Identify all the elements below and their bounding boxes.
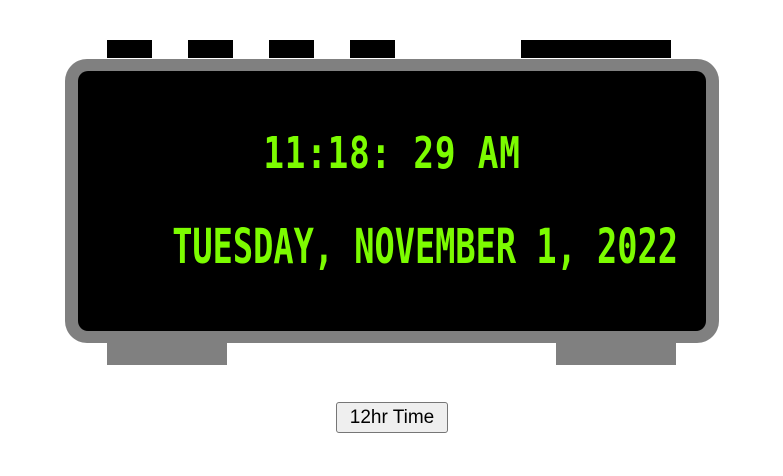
alarm-clock-page: 11:18: 29 AM TUESDAY, NOVEMBER 1, 2022 1… [0,0,783,476]
time-format-toggle-button[interactable]: 12hr Time [336,402,448,433]
clock-top-button-4 [350,40,395,58]
clock-top-button-2 [188,40,233,58]
clock-display: 11:18: 29 AM TUESDAY, NOVEMBER 1, 2022 [78,71,706,331]
time-readout: 11:18: 29 AM [263,128,521,179]
clock-foot-left [107,343,227,365]
clock-foot-right [556,343,676,365]
clock-top-button-3 [269,40,314,58]
clock-snooze-bar [521,40,671,58]
clock-top-button-1 [107,40,152,58]
clock-body: 11:18: 29 AM TUESDAY, NOVEMBER 1, 2022 [65,59,719,343]
date-readout: TUESDAY, NOVEMBER 1, 2022 [172,219,678,275]
